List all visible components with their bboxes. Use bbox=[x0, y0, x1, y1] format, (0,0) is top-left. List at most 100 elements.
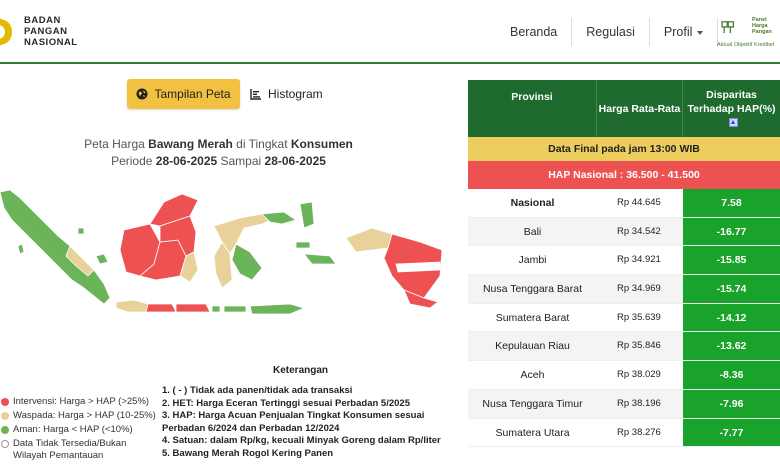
legend-tidak-tersedia: Data Tidak Tersedia/Bukan Wilayah Pemant… bbox=[0, 438, 160, 462]
price-disparity-table: Provinsi Harga Rata-Rata Disparitas Terh… bbox=[468, 80, 780, 448]
region-papua-barat[interactable] bbox=[345, 227, 393, 253]
brand-name[interactable]: BADAN PANGAN NASIONAL bbox=[24, 15, 78, 48]
table-row[interactable]: Jambi Rp 34.921 -15.85 bbox=[468, 246, 780, 276]
bar-chart-icon bbox=[250, 89, 261, 100]
title-middle: di Tingkat bbox=[232, 137, 291, 151]
disparity-header-label: Disparitas Terhadap HAP(%) bbox=[687, 88, 776, 115]
table-row[interactable]: Nusa Tenggara Barat Rp 34.969 -15.74 bbox=[468, 275, 780, 304]
legend-yellow-dot bbox=[1, 412, 9, 420]
period-start-date: 28-06-2025 bbox=[155, 154, 218, 168]
region-bali[interactable] bbox=[211, 305, 221, 313]
province-cell: Sumatera Barat bbox=[495, 311, 570, 324]
province-cell: Nusa Tenggara Barat bbox=[482, 283, 583, 296]
note-2: 2. HET: Harga Eceran Tertinggi sesuai Pe… bbox=[162, 397, 410, 409]
table-row[interactable]: Sumatera Barat Rp 35.639 -14.12 bbox=[468, 303, 780, 333]
globe-icon bbox=[136, 88, 148, 100]
price-cell: Rp 38.196 bbox=[617, 397, 661, 409]
region-jawa-barat[interactable] bbox=[115, 299, 149, 313]
disparity-cell: -14.12 bbox=[683, 303, 780, 332]
price-cell: Rp 34.921 bbox=[617, 254, 661, 266]
legend-white-dot bbox=[1, 440, 9, 448]
brand-line-1: BADAN bbox=[24, 15, 61, 26]
legend-waspada: Waspada: Harga > HAP (10-25%) bbox=[0, 410, 160, 422]
disparity-cell: -7.77 bbox=[683, 418, 780, 447]
region-jawa-timur[interactable] bbox=[175, 303, 211, 313]
table-header: Provinsi Harga Rata-Rata Disparitas Terh… bbox=[468, 80, 780, 137]
region-sulawesi-tenggara[interactable] bbox=[231, 243, 263, 281]
map-legend: Intervensi: Harga > HAP (>25%) Waspada: … bbox=[0, 396, 160, 464]
nav-regulasi[interactable]: Regulasi bbox=[572, 18, 649, 46]
legend-aman-label: Aman: Harga < HAP (<10%) bbox=[13, 424, 133, 435]
note-3: 3. HAP: Harga Acuan Penjualan Tingkat Ko… bbox=[162, 410, 425, 434]
table-row[interactable]: Sumatera Utara Rp 38.276 -7.77 bbox=[468, 418, 780, 448]
brand-line-2: PANGAN bbox=[24, 26, 68, 37]
price-cell: Rp 35.639 bbox=[617, 311, 661, 323]
map-view-label: Tampilan Peta bbox=[154, 87, 231, 101]
map-title: Peta Harga Bawang Merah di Tingkat Konsu… bbox=[0, 136, 437, 170]
title-commodity: Bawang Merah bbox=[148, 137, 233, 151]
map-view-button[interactable]: Tampilan Peta bbox=[127, 79, 240, 109]
histogram-view-button[interactable]: Histogram bbox=[250, 79, 335, 109]
hap-national-banner: HAP Nasional : 36.500 - 41.500 bbox=[468, 161, 780, 189]
indonesia-price-map[interactable] bbox=[0, 184, 445, 324]
province-cell: Jambi bbox=[518, 254, 547, 267]
note-4: 4. Satuan: dalam Rp/kg, kecuali Minyak G… bbox=[162, 435, 441, 447]
disparity-cell: -15.74 bbox=[683, 275, 780, 303]
nav-profil[interactable]: Profil bbox=[650, 18, 717, 46]
disparity-cell: -15.85 bbox=[683, 246, 780, 275]
province-cell: Kepulauan Riau bbox=[495, 340, 570, 353]
table-row[interactable]: Kepulauan Riau Rp 35.846 -13.62 bbox=[468, 332, 780, 362]
region-nias[interactable] bbox=[17, 243, 25, 255]
keterangan-title: Keterangan bbox=[273, 365, 329, 376]
region-ntb[interactable] bbox=[223, 305, 247, 313]
region-maluku[interactable] bbox=[303, 253, 337, 265]
keterangan-notes: 1. ( - ) Tidak ada panen/tidak ada trans… bbox=[162, 385, 447, 461]
region-kepri[interactable] bbox=[77, 227, 85, 235]
nav-profil-label: Profil bbox=[663, 25, 693, 39]
title-prefix: Peta Harga bbox=[84, 137, 149, 151]
table-row[interactable]: Bali Rp 34.542 -16.77 bbox=[468, 217, 780, 247]
province-cell: Nasional bbox=[510, 197, 555, 209]
region-ntt[interactable] bbox=[249, 303, 306, 315]
region-jawa-tengah[interactable] bbox=[145, 303, 177, 313]
sort-ascending-icon[interactable] bbox=[728, 118, 738, 128]
main-nav: Beranda Regulasi Profil bbox=[496, 18, 719, 46]
badan-pangan-logo-icon[interactable] bbox=[0, 14, 18, 50]
map-title-line-2: Periode 28-06-2025 Sampai 28-06-2025 bbox=[0, 153, 437, 170]
province-cell: Sumatera Utara bbox=[495, 426, 570, 439]
panel-harga-pangan-logo-icon[interactable] bbox=[720, 16, 752, 42]
region-maluku-utara[interactable] bbox=[299, 201, 315, 229]
disparity-cell: -8.36 bbox=[683, 361, 780, 389]
histogram-view-label: Histogram bbox=[268, 87, 323, 101]
php-tagline: Aktual Objektif Kredibel bbox=[717, 42, 775, 48]
table-row-nasional[interactable]: Nasional Rp 44.645 7.58 bbox=[468, 189, 780, 218]
final-data-banner: Data Final pada jam 13:00 WIB bbox=[468, 137, 780, 161]
period-end-date: 28-06-2025 bbox=[264, 154, 326, 168]
column-header-price[interactable]: Harga Rata-Rata bbox=[597, 80, 683, 137]
note-5: 5. Bawang Merah Rogol Kering Panen bbox=[162, 447, 334, 459]
column-header-province[interactable]: Provinsi bbox=[468, 80, 597, 137]
region-seram[interactable] bbox=[295, 241, 311, 249]
top-navbar: BADAN PANGAN NASIONAL Beranda Regulasi P… bbox=[0, 0, 780, 64]
region-bangka[interactable] bbox=[95, 253, 109, 265]
legend-green-dot bbox=[1, 426, 9, 434]
province-cell: Nusa Tenggara Timur bbox=[482, 397, 583, 410]
region-sumatera[interactable] bbox=[0, 189, 111, 305]
legend-tidak-tersedia-label: Data Tidak Tersedia/Bukan Wilayah Pemant… bbox=[13, 438, 127, 461]
legend-red-dot bbox=[1, 398, 9, 406]
period-middle: Sampai bbox=[217, 154, 265, 168]
province-cell: Aceh bbox=[520, 369, 545, 382]
column-header-disparity[interactable]: Disparitas Terhadap HAP(%) bbox=[683, 80, 780, 137]
disparity-cell: -13.62 bbox=[683, 332, 780, 361]
legend-intervensi: Intervensi: Harga > HAP (>25%) bbox=[0, 396, 160, 408]
price-cell: Rp 44.645 bbox=[617, 197, 661, 208]
nav-beranda[interactable]: Beranda bbox=[496, 18, 571, 46]
legend-intervensi-label: Intervensi: Harga > HAP (>25%) bbox=[13, 396, 150, 407]
table-row[interactable]: Nusa Tenggara Timur Rp 38.196 -7.96 bbox=[468, 389, 780, 419]
table-row[interactable]: Aceh Rp 38.029 -8.36 bbox=[468, 361, 780, 390]
disparity-cell: 7.58 bbox=[683, 189, 780, 217]
price-cell: Rp 38.276 bbox=[617, 426, 661, 438]
chevron-down-icon bbox=[697, 30, 704, 35]
title-level: Konsumen bbox=[290, 137, 353, 151]
map-title-line-1: Peta Harga Bawang Merah di Tingkat Konsu… bbox=[0, 136, 437, 153]
